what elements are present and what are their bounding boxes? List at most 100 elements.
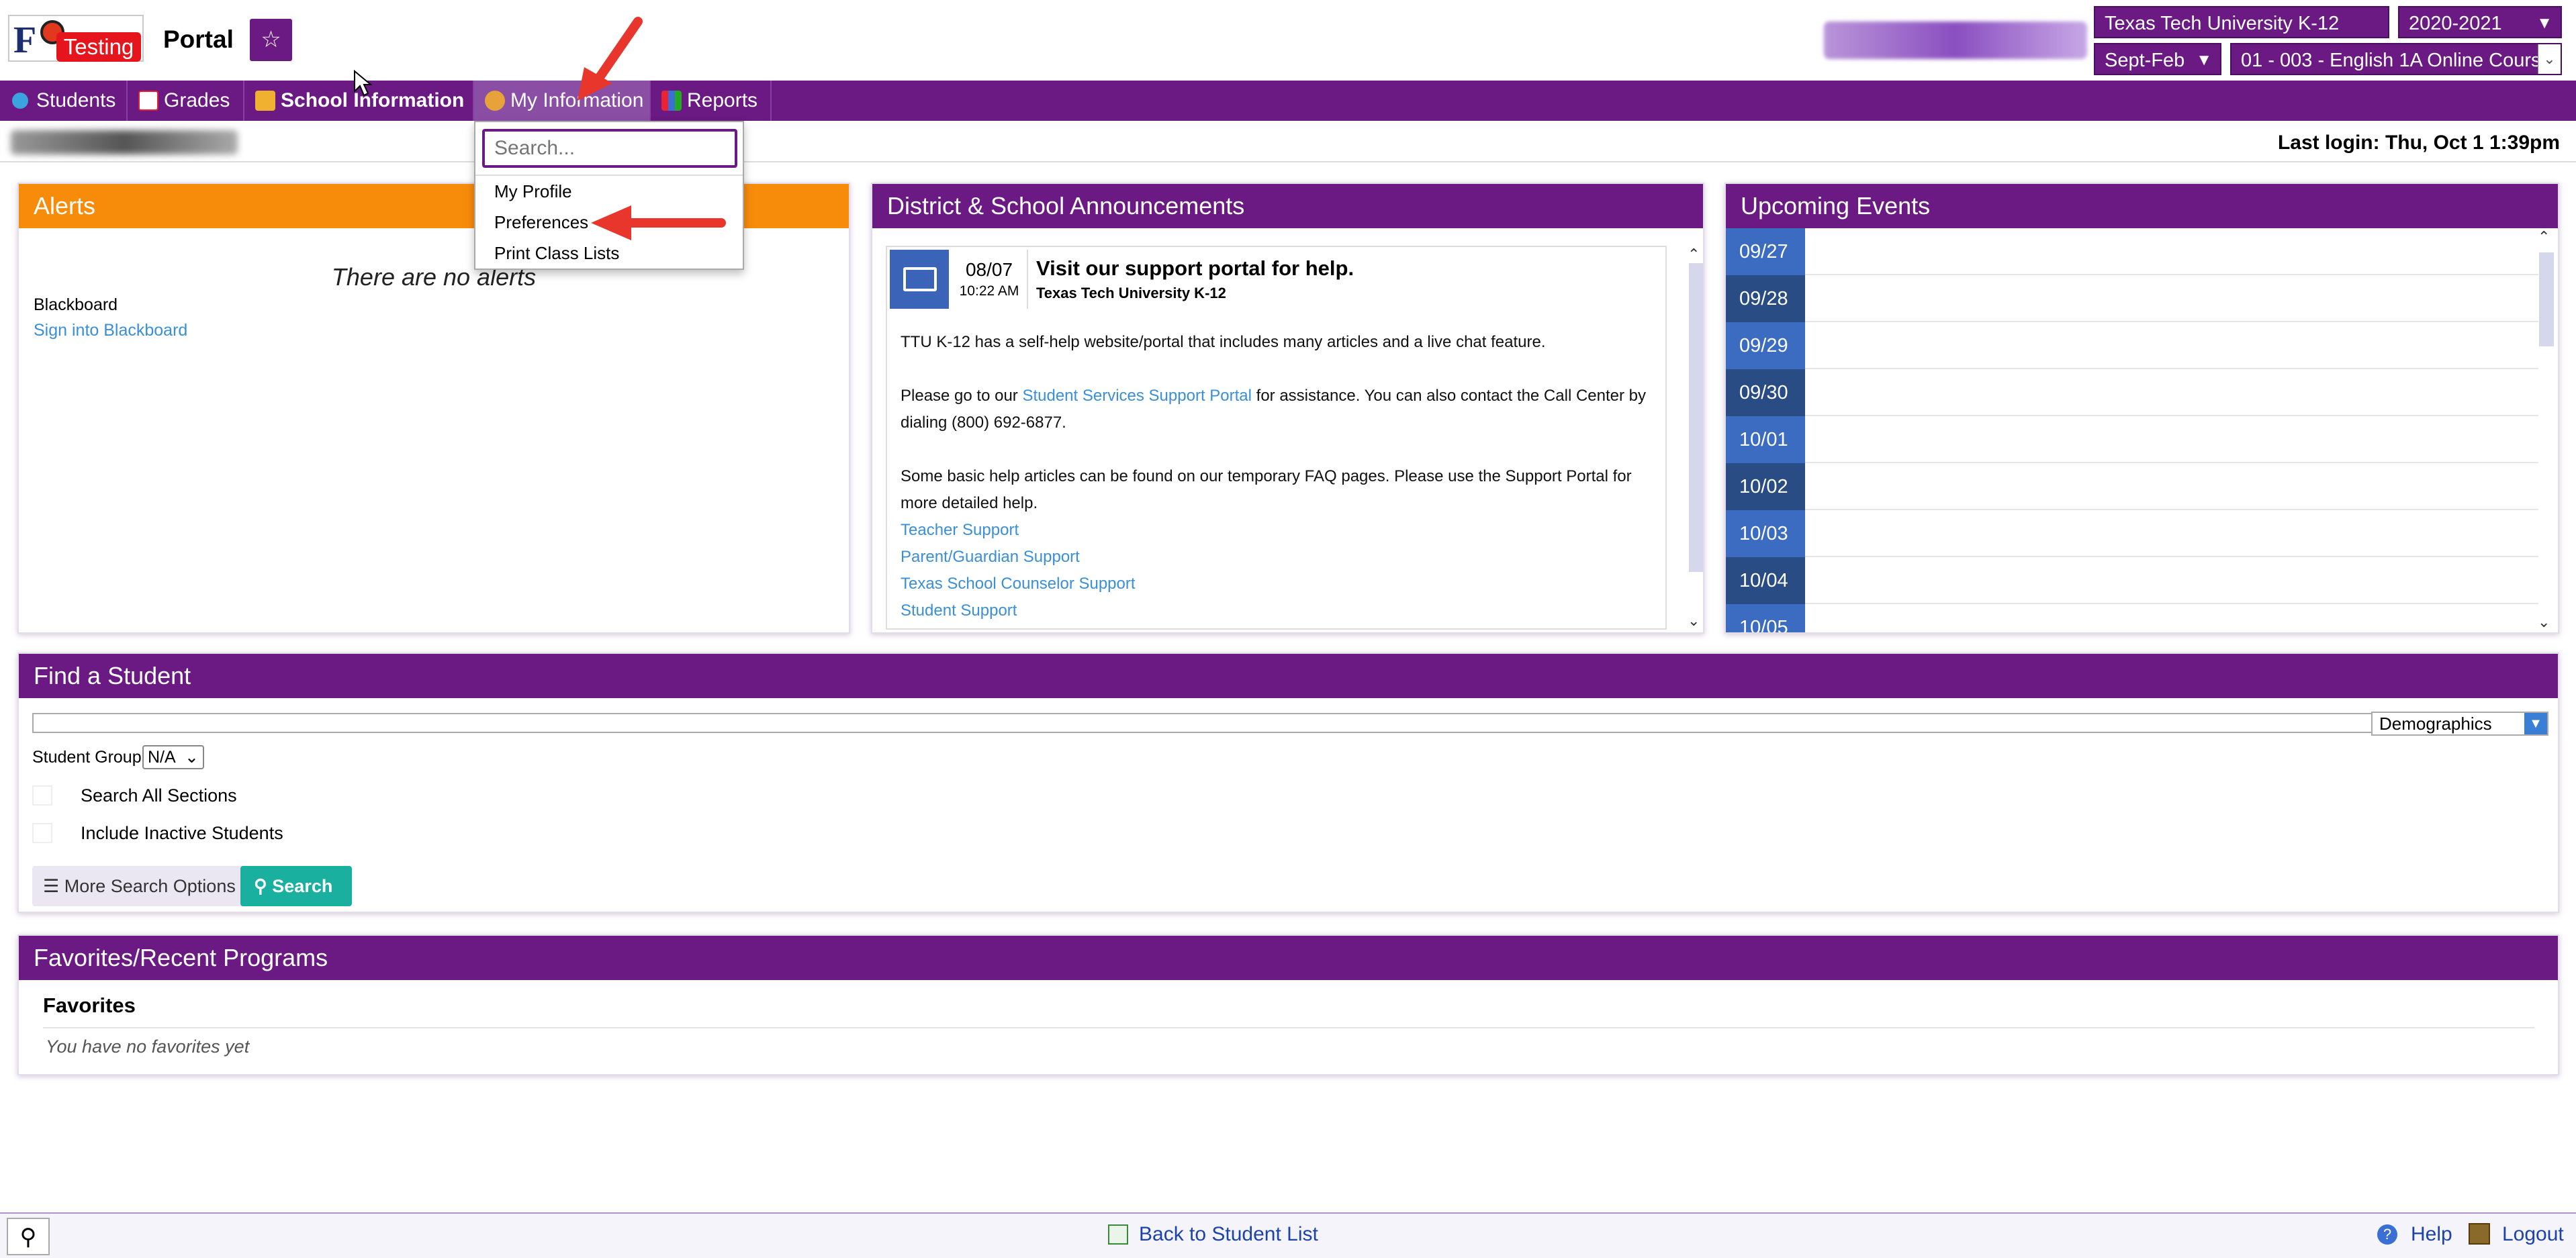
event-date: 10/02 xyxy=(1726,463,1805,510)
student-search-input[interactable] xyxy=(32,713,2377,733)
parent-guardian-support-link[interactable]: Parent/Guardian Support xyxy=(901,544,1653,571)
red-arrow-annotation xyxy=(578,17,643,101)
mouse-cursor-icon xyxy=(354,70,372,97)
back-to-student-list-link[interactable]: Back to Student List xyxy=(1108,1223,1318,1246)
scrollbar-thumb[interactable] xyxy=(1689,263,1703,572)
dropdown-arrow-icon: ▼ xyxy=(2524,713,2547,734)
menu-item-print-class-lists[interactable]: Print Class Lists xyxy=(475,238,743,269)
scroll-up-icon[interactable]: ⌃ xyxy=(2538,228,2550,246)
support-portal-link[interactable]: Student Services Support Portal xyxy=(1022,387,1252,405)
announcement-text: Please go to our xyxy=(901,387,1023,405)
divider xyxy=(43,1027,2534,1028)
scroll-up-icon[interactable]: ⌃ xyxy=(1688,246,1700,263)
event-date: 10/01 xyxy=(1726,416,1805,463)
events-title: Upcoming Events xyxy=(1726,184,2558,228)
top-header: F Testing Portal ☆ Texas Tech University… xyxy=(0,0,2576,81)
event-row[interactable]: 09/29 xyxy=(1726,322,2538,369)
logout-label: Logout xyxy=(2502,1223,2564,1245)
redacted-user-name xyxy=(1824,21,2087,59)
nav-reports[interactable]: Reports xyxy=(651,81,772,121)
bar-chart-icon xyxy=(661,91,682,111)
event-row[interactable]: 09/27 xyxy=(1726,228,2538,275)
search-type-select[interactable]: Demographics ▼ xyxy=(2371,712,2548,736)
term-select[interactable]: Sept-Feb ▼ xyxy=(2094,43,2221,75)
search-button[interactable]: ⚲ Search xyxy=(240,866,352,906)
event-row[interactable]: 10/04 xyxy=(1726,557,2538,604)
logo-letter: F xyxy=(13,19,37,61)
logout-link[interactable]: Logout xyxy=(2469,1223,2564,1246)
people-icon xyxy=(485,91,505,111)
student-support-link[interactable]: Student Support xyxy=(901,597,1653,624)
scrollbar-thumb[interactable] xyxy=(2539,252,2554,346)
announcement-date-time: 10:22 AM xyxy=(959,283,1019,299)
event-date: 10/04 xyxy=(1726,557,1805,604)
year-select-value: 2020-2021 xyxy=(2409,13,2502,34)
last-login: Last login: Thu, Oct 1 1:39pm xyxy=(2277,132,2560,154)
nav-reports-label: Reports xyxy=(687,89,758,111)
search-icon: ⚲ xyxy=(19,1224,37,1250)
announcement-source: Texas Tech University K-12 xyxy=(1036,285,1226,301)
teacher-support-link[interactable]: Teacher Support xyxy=(901,517,1653,544)
course-select-value: 01 - 003 - English 1A Online Cours xyxy=(2241,50,2541,71)
announcement-date-day: 08/07 xyxy=(965,259,1013,280)
event-row[interactable]: 09/30 xyxy=(1726,369,2538,416)
event-row[interactable]: 10/01 xyxy=(1726,416,2538,463)
favorites-star-button[interactable]: ☆ xyxy=(250,19,292,61)
nav-students[interactable]: Students xyxy=(0,81,128,121)
announcements-panel: District & School Announcements 08/07 10… xyxy=(871,183,1704,634)
more-search-options-button[interactable]: ☰ More Search Options xyxy=(32,866,254,906)
event-date: 10/05 xyxy=(1726,604,1805,632)
announcement-headline: Visit our support portal for help. xyxy=(1036,256,1354,280)
announcement-paragraph: Please go to our Student Services Suppor… xyxy=(901,383,1653,436)
favorites-panel: Favorites/Recent Programs Favorites You … xyxy=(17,934,2559,1075)
search-type-value: Demographics xyxy=(2379,714,2492,734)
favorites-panel-title: Favorites/Recent Programs xyxy=(19,936,2558,980)
scroll-down-icon[interactable]: ⌄ xyxy=(2538,614,2550,631)
announcements-scrollbar[interactable]: ⌃ ⌄ xyxy=(1686,246,1703,630)
chevron-down-icon: ⌄ xyxy=(2538,44,2561,74)
event-row[interactable]: 10/03 xyxy=(1726,510,2538,557)
student-group-label: Student Group xyxy=(32,748,142,767)
student-group-select[interactable]: N/A ⌄ xyxy=(142,745,204,769)
help-label: Help xyxy=(2411,1223,2452,1245)
nav-school-information-label: School Information xyxy=(281,89,465,111)
students-icon xyxy=(12,93,28,109)
help-icon: ? xyxy=(2377,1224,2397,1245)
term-select-value: Sept-Feb xyxy=(2105,50,2185,71)
help-link[interactable]: ? Help xyxy=(2377,1223,2452,1246)
newspaper-icon xyxy=(890,250,949,309)
favorites-subtitle: Favorites xyxy=(43,994,136,1017)
search-all-sections-checkbox[interactable] xyxy=(32,785,52,806)
course-select[interactable]: 01 - 003 - English 1A Online Cours ⌄ xyxy=(2230,43,2562,75)
counselor-support-link[interactable]: Texas School Counselor Support xyxy=(901,571,1653,597)
event-date: 09/28 xyxy=(1726,275,1805,322)
nav-grades[interactable]: Grades xyxy=(128,81,244,121)
school-select-value: Texas Tech University K-12 xyxy=(2105,13,2340,34)
event-row[interactable]: 10/05 xyxy=(1726,604,2538,632)
favorites-empty-message: You have no favorites yet xyxy=(46,1036,250,1057)
blackboard-signin-link[interactable]: Sign into Blackboard xyxy=(34,321,187,340)
international-coordinator-support-link[interactable]: International Coordinator Support xyxy=(901,624,1653,628)
event-row[interactable]: 10/02 xyxy=(1726,463,2538,510)
search-button-label: Search xyxy=(272,876,333,896)
year-select[interactable]: 2020-2021 ▼ xyxy=(2398,6,2562,38)
event-row[interactable]: 09/28 xyxy=(1726,275,2538,322)
nav-grades-label: Grades xyxy=(164,89,230,111)
include-inactive-checkbox[interactable] xyxy=(32,823,52,843)
list-icon: ☰ xyxy=(43,876,64,896)
events-scrollbar[interactable]: ⌃ ⌄ xyxy=(2536,228,2557,632)
footer-search-button[interactable]: ⚲ xyxy=(7,1218,50,1255)
student-group-value: N/A xyxy=(148,748,176,767)
menu-search-input[interactable] xyxy=(482,129,737,168)
testing-logo[interactable]: F Testing xyxy=(8,15,144,62)
dropdown-arrow-icon: ▼ xyxy=(2196,51,2212,69)
find-student-panel: Find a Student Demographics ▼ Student Gr… xyxy=(17,652,2559,913)
chevron-down-icon: ⌄ xyxy=(185,748,199,767)
footer-bar: ⚲ Back to Student List ? Help Logout xyxy=(0,1212,2576,1258)
announcement-date: 08/07 10:22 AM xyxy=(952,250,1028,309)
dropdown-arrow-icon: ▼ xyxy=(2536,14,2552,32)
scroll-down-icon[interactable]: ⌄ xyxy=(1688,612,1700,630)
school-select[interactable]: Texas Tech University K-12 xyxy=(2094,6,2389,38)
include-inactive-label: Include Inactive Students xyxy=(81,823,283,843)
announcement-paragraph: TTU K-12 has a self-help website/portal … xyxy=(901,333,1546,351)
